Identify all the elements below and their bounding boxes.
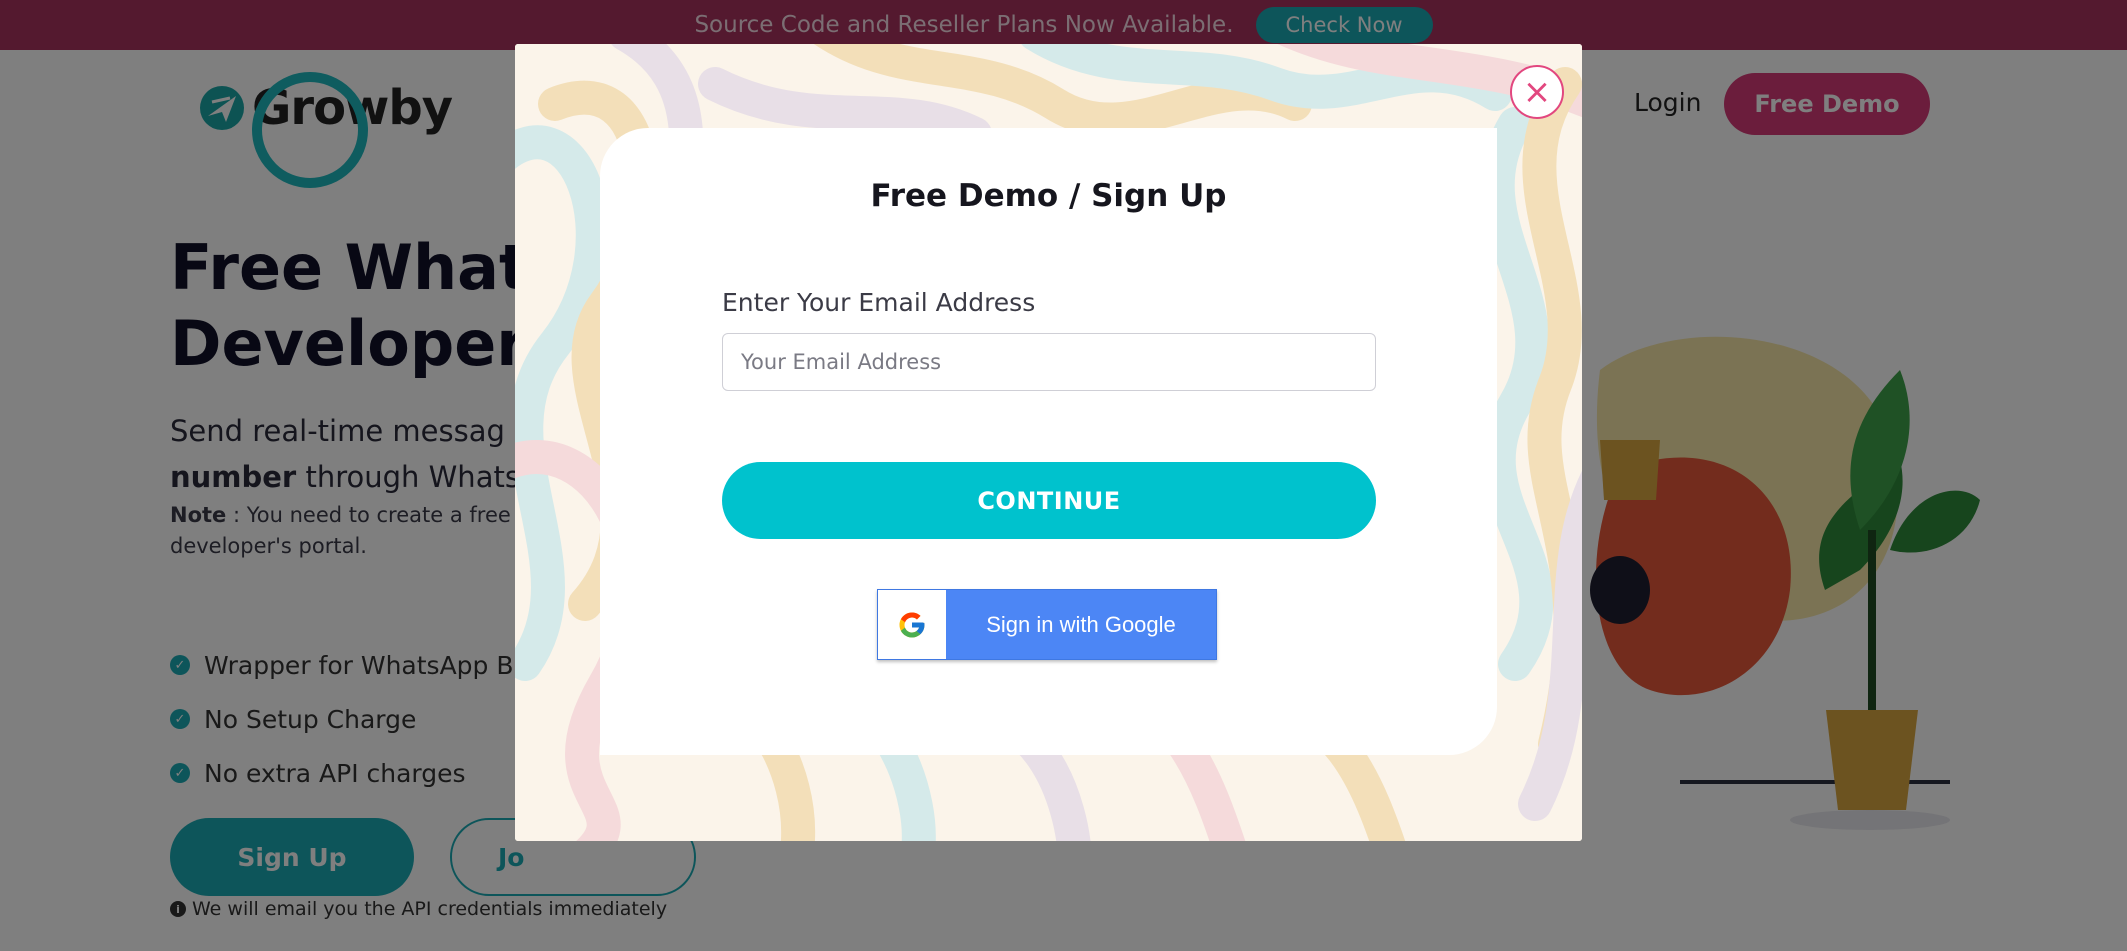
- google-g-icon: [878, 590, 946, 659]
- signup-modal: × Free Demo / Sign Up Enter Your Email A…: [515, 44, 1582, 841]
- email-field[interactable]: [722, 333, 1376, 391]
- email-field-label: Enter Your Email Address: [722, 288, 1036, 317]
- modal-title: Free Demo / Sign Up: [870, 178, 1227, 214]
- google-sign-in-label: Sign in with Google: [986, 611, 1176, 637]
- close-icon[interactable]: ×: [1510, 65, 1564, 119]
- google-sign-in-button[interactable]: Sign in with Google: [877, 589, 1217, 660]
- continue-button[interactable]: CONTINUE: [722, 462, 1376, 539]
- signup-card: Free Demo / Sign Up Enter Your Email Add…: [600, 128, 1497, 755]
